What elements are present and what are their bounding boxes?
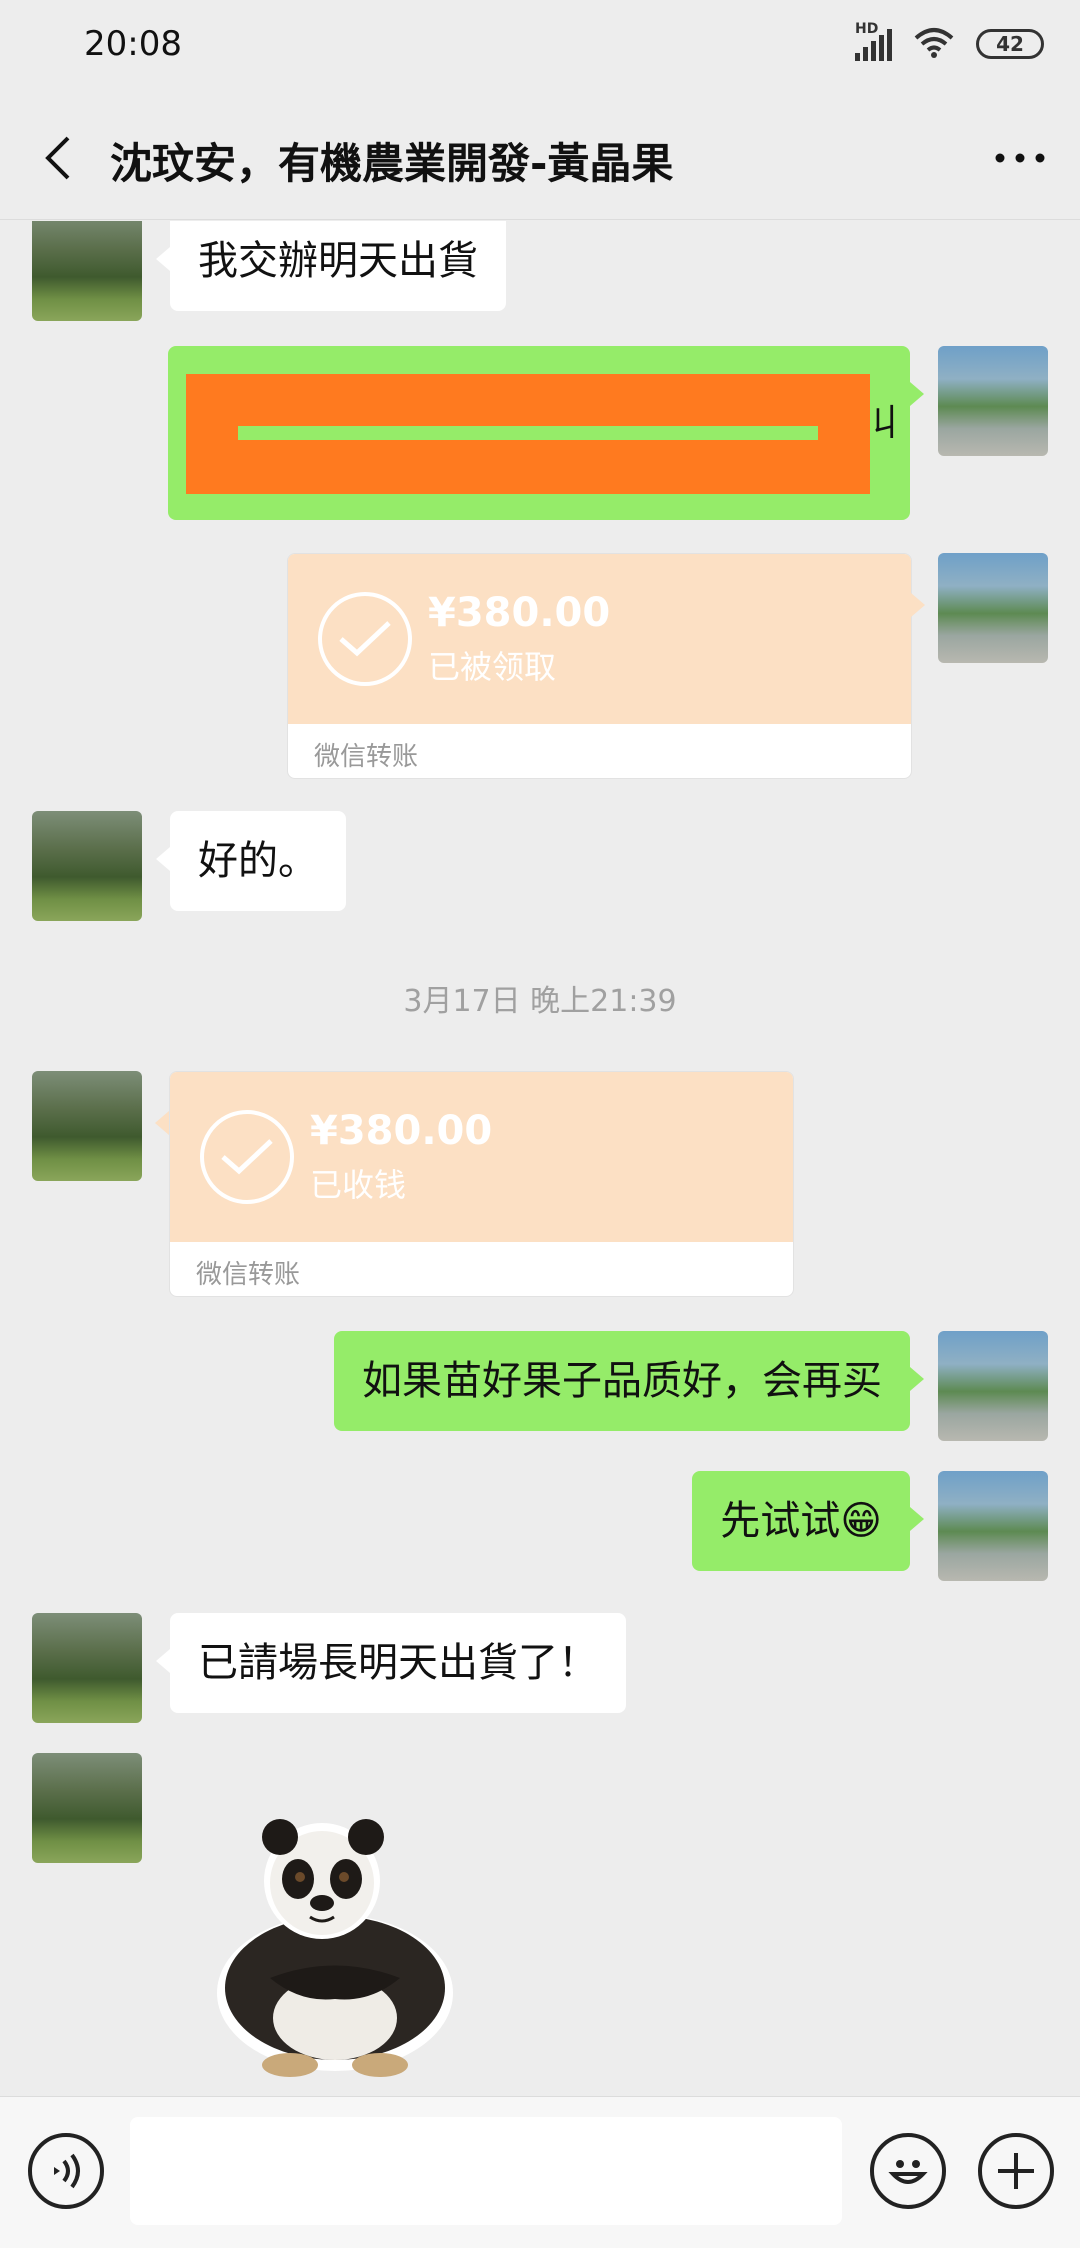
message-incoming: 好的。 bbox=[0, 811, 1080, 931]
message-outgoing-transfer: ¥380.00 已被领取 微信转账 bbox=[0, 553, 1080, 785]
message-bubble[interactable]: 如果苗好果子品质好，会再买 bbox=[334, 1331, 924, 1431]
transfer-label: 微信转账 bbox=[314, 742, 419, 772]
more-actions-button[interactable] bbox=[978, 2133, 1054, 2209]
chat-title: 沈玟安，有機農業開發-黃晶果 bbox=[110, 139, 674, 188]
input-bar bbox=[0, 2096, 1080, 2248]
transfer-card-top: ¥380.00 已收钱 bbox=[170, 1072, 793, 1242]
transfer-card-top: ¥380.00 已被领取 bbox=[288, 554, 911, 724]
message-bubble[interactable]: 我交辦明天出貨 bbox=[156, 221, 506, 311]
message-text: 我交辦明天出貨 bbox=[198, 238, 478, 284]
status-icons: HD 42 bbox=[855, 21, 1044, 62]
message-bubble[interactable]: 先试试😁 bbox=[692, 1471, 924, 1571]
chat-header: 沈玟安，有機農業開發-黃晶果 bbox=[0, 96, 1080, 220]
signal-icon: HD bbox=[855, 21, 892, 61]
message-outgoing: 丩 bbox=[0, 346, 1080, 526]
contact-avatar[interactable] bbox=[32, 1753, 142, 1863]
message-incoming-sticker bbox=[0, 1753, 1080, 2093]
wifi-icon bbox=[912, 26, 956, 62]
transfer-card[interactable]: ¥380.00 已收钱 微信转账 bbox=[169, 1071, 794, 1297]
message-incoming: 已請場長明天出貨了！ bbox=[0, 1613, 1080, 1733]
message-timestamp: 3月17日 晚上21:39 bbox=[403, 984, 677, 1019]
message-text: 如果苗好果子品质好，会再买 bbox=[362, 1358, 882, 1404]
redaction-line bbox=[238, 426, 818, 440]
bubble-tail bbox=[155, 1111, 169, 1135]
contact-avatar[interactable] bbox=[32, 811, 142, 921]
check-circle-icon bbox=[200, 1110, 294, 1204]
redaction-block bbox=[186, 374, 870, 494]
contact-avatar[interactable] bbox=[32, 221, 142, 321]
more-options-button[interactable] bbox=[988, 134, 1052, 182]
message-text: 已請場長明天出貨了！ bbox=[198, 1640, 598, 1686]
message-outgoing: 先试试😁 bbox=[0, 1471, 1080, 1591]
transfer-amount: ¥380.00 bbox=[428, 590, 611, 636]
back-button[interactable] bbox=[30, 130, 86, 186]
chevron-left-icon bbox=[45, 136, 70, 180]
status-bar: 20:08 HD 42 bbox=[0, 0, 1080, 96]
transfer-amount: ¥380.00 bbox=[310, 1108, 493, 1154]
redacted-tail-text: 丩 bbox=[868, 403, 905, 444]
check-circle-icon bbox=[318, 592, 412, 686]
emoji-button[interactable] bbox=[870, 2133, 946, 2209]
message-input[interactable] bbox=[130, 2117, 842, 2225]
message-bubble[interactable]: 已請場長明天出貨了！ bbox=[156, 1613, 626, 1713]
bubble-tail bbox=[911, 593, 925, 617]
emoji-icon bbox=[888, 2160, 928, 2184]
battery-icon: 42 bbox=[976, 29, 1044, 59]
plus-icon bbox=[998, 2153, 1034, 2189]
more-dots-icon bbox=[995, 153, 1045, 163]
message-incoming-transfer: ¥380.00 已收钱 微信转账 bbox=[0, 1071, 1080, 1303]
contact-avatar[interactable] bbox=[32, 1071, 142, 1181]
message-bubble[interactable]: 丩 bbox=[168, 346, 924, 520]
voice-button[interactable] bbox=[28, 2133, 104, 2209]
message-bubble[interactable]: 好的。 bbox=[156, 811, 346, 911]
status-time: 20:08 bbox=[84, 24, 182, 64]
my-avatar[interactable] bbox=[938, 553, 1048, 663]
signal-label: HD bbox=[855, 21, 879, 37]
message-list[interactable]: 我交辦明天出貨 丩 ¥380.00 已被领取 微信转账 好的。 3月17日 晚上… bbox=[0, 221, 1080, 2096]
voice-icon bbox=[54, 2153, 80, 2189]
transfer-label: 微信转账 bbox=[196, 1260, 301, 1290]
transfer-card[interactable]: ¥380.00 已被领取 微信转账 bbox=[287, 553, 912, 779]
my-avatar[interactable] bbox=[938, 346, 1048, 456]
message-incoming: 我交辦明天出貨 bbox=[0, 221, 1080, 331]
panda-sticker-icon[interactable] bbox=[200, 1803, 470, 2083]
transfer-status: 已被领取 bbox=[428, 648, 557, 686]
message-text: 先试试😁 bbox=[720, 1498, 882, 1544]
contact-avatar[interactable] bbox=[32, 1613, 142, 1723]
transfer-status: 已收钱 bbox=[310, 1166, 407, 1204]
message-outgoing: 如果苗好果子品质好，会再买 bbox=[0, 1331, 1080, 1451]
my-avatar[interactable] bbox=[938, 1471, 1048, 1581]
message-text: 好的。 bbox=[198, 838, 318, 884]
my-avatar[interactable] bbox=[938, 1331, 1048, 1441]
